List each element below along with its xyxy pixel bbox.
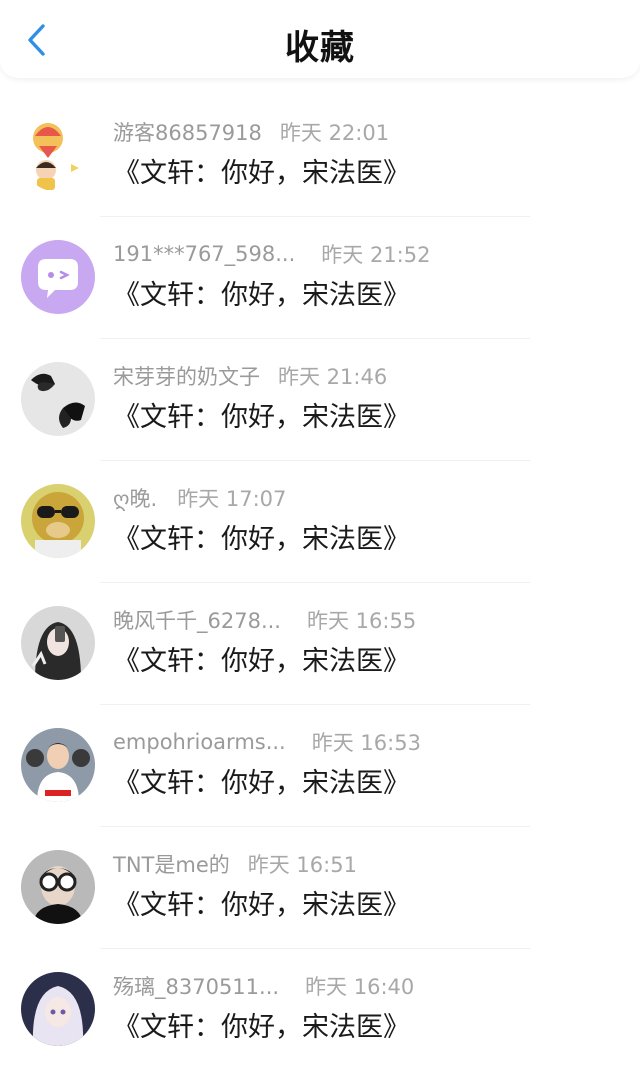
username[interactable]: 晚风千千_6278... [113,605,281,635]
item-meta: 191***767_598... 昨天 21:52 [113,238,430,270]
list-item[interactable]: 宋芽芽的奶文子 昨天 21:46 《文轩：你好，宋法医》 [0,340,640,462]
list-item[interactable]: 晚风千千_6278... 昨天 16:55 《文轩：你好，宋法医》 [0,584,640,706]
item-title[interactable]: 《文轩：你好，宋法医》 [113,395,410,434]
user-avatar[interactable] [21,606,95,680]
item-meta: 晚风千千_6278... 昨天 16:55 [113,604,416,636]
man-white-shirt-avatar-icon [21,728,95,802]
item-meta: TNT是me的 昨天 16:51 [113,848,357,880]
user-avatar[interactable] [21,484,95,558]
balloon-cartoon-avatar-icon [21,118,95,192]
item-meta: 宋芽芽的奶文子 昨天 21:46 [113,360,387,392]
username[interactable]: TNT是me的 [113,849,230,879]
username[interactable]: ღ晚. [113,483,157,513]
user-avatar[interactable] [21,850,95,924]
timestamp: 昨天 21:46 [278,365,388,389]
item-meta: empohrioarms... 昨天 16:53 [113,726,421,758]
top-bar: 收藏 [0,0,640,78]
list-item[interactable]: ღ晚. 昨天 17:07 《文轩：你好，宋法医》 [0,462,640,584]
butterfly-avatar-icon [21,362,95,436]
boy-glasses-avatar-icon [21,850,95,924]
divider [100,216,530,217]
item-meta: ღ晚. 昨天 17:07 [113,482,286,514]
username[interactable]: 宋芽芽的奶文子 [113,361,260,391]
chat-bubble-avatar-icon [21,240,95,314]
user-avatar[interactable] [21,362,95,436]
user-avatar[interactable] [21,240,95,314]
list-item[interactable]: 191***767_598... 昨天 21:52 《文轩：你好，宋法医》 [0,218,640,340]
anime-girl-avatar-icon [21,972,95,1046]
list-item[interactable]: 殇璃_8370511... 昨天 16:40 《文轩：你好，宋法医》 [0,950,640,1072]
list-item[interactable]: 游客86857918 昨天 22:01 《文轩：你好，宋法医》 [0,96,640,218]
timestamp: 昨天 16:51 [247,853,357,877]
item-meta: 游客86857918 昨天 22:01 [113,116,389,148]
page-title: 收藏 [285,28,355,68]
item-title[interactable]: 《文轩：你好，宋法医》 [113,639,410,678]
item-title[interactable]: 《文轩：你好，宋法医》 [113,517,410,556]
user-avatar[interactable] [21,118,95,192]
item-title[interactable]: 《文轩：你好，宋法医》 [113,1005,410,1044]
timestamp: 昨天 17:07 [177,487,287,511]
divider [100,460,530,461]
list-item[interactable]: TNT是me的 昨天 16:51 《文轩：你好，宋法医》 [0,828,640,950]
item-title[interactable]: 《文轩：你好，宋法医》 [113,273,410,312]
timestamp: 昨天 21:52 [321,243,431,267]
item-title[interactable]: 《文轩：你好，宋法医》 [113,883,410,922]
timestamp: 昨天 16:40 [305,975,415,999]
item-title[interactable]: 《文轩：你好，宋法医》 [113,151,410,190]
username[interactable]: 殇璃_8370511... [113,971,279,1001]
username[interactable]: empohrioarms... [113,730,286,754]
list-item[interactable]: empohrioarms... 昨天 16:53 《文轩：你好，宋法医》 [0,706,640,828]
divider [100,826,530,827]
timestamp: 昨天 16:55 [306,609,417,633]
divider [100,338,530,339]
timestamp: 昨天 22:01 [279,121,390,145]
item-meta: 殇璃_8370511... 昨天 16:40 [113,970,414,1002]
username[interactable]: 191***767_598... [113,242,295,266]
timestamp: 昨天 16:53 [311,731,421,755]
divider [100,704,530,705]
divider [100,948,530,949]
user-avatar[interactable] [21,728,95,802]
item-title[interactable]: 《文轩：你好，宋法医》 [113,761,410,800]
monkey-sunglasses-avatar-icon [21,484,95,558]
selfie-girl-avatar-icon [21,606,95,680]
divider [100,582,530,583]
username[interactable]: 游客86857918 [113,117,262,147]
user-avatar[interactable] [21,972,95,1046]
